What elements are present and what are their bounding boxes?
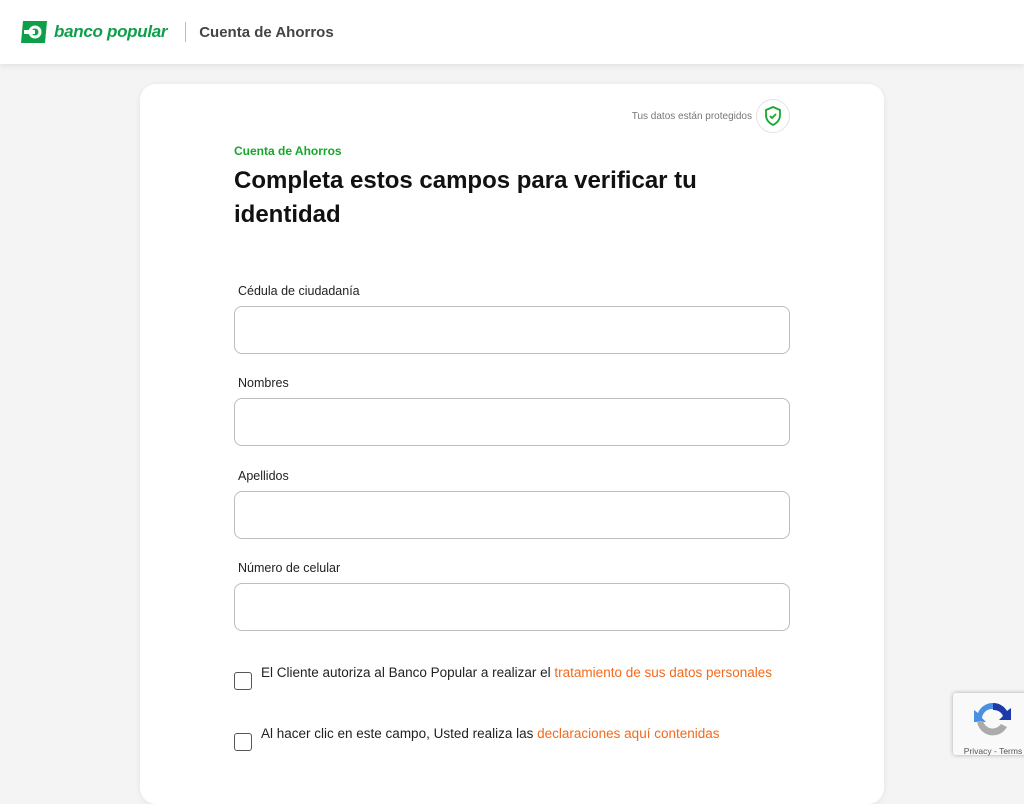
shield-check-icon — [756, 99, 790, 133]
consent-text: El Cliente autoriza al Banco Popular a r… — [261, 665, 555, 680]
brand-name: banco popular — [54, 22, 168, 41]
consent-text: Al hacer clic en este campo, Usted reali… — [261, 726, 538, 741]
celular-input[interactable] — [234, 583, 790, 631]
apellidos-input[interactable] — [234, 491, 790, 539]
consent-data-checkbox[interactable] — [234, 672, 252, 690]
field-nombres: Nombres — [234, 376, 790, 446]
field-cedula: Cédula de ciudadanía — [234, 284, 790, 354]
form-card: Tus datos están protegidos Cuenta de Aho… — [140, 84, 884, 804]
recaptcha-icon — [974, 702, 1011, 736]
consent-data-treatment: El Cliente autoriza al Banco Popular a r… — [234, 663, 790, 690]
cedula-input[interactable] — [234, 306, 790, 354]
declarations-link[interactable]: declaraciones aquí contenidas — [537, 726, 719, 741]
recaptcha-badge[interactable]: Privacy - Terms — [953, 693, 1024, 756]
field-apellidos: Apellidos — [234, 469, 790, 539]
nombres-input[interactable] — [234, 398, 790, 446]
field-celular: Número de celular — [234, 561, 790, 631]
field-label: Apellidos — [238, 469, 289, 483]
field-label: Número de celular — [238, 561, 341, 575]
top-header: banco popular Cuenta de Ahorros — [0, 0, 1024, 64]
recaptcha-links[interactable]: Privacy - Terms — [953, 746, 1024, 756]
protection-text: Tus datos están protegidos — [631, 110, 752, 122]
data-treatment-link[interactable]: tratamiento de sus datos personales — [554, 665, 772, 680]
page-title: Completa estos campos para verificar tu … — [234, 167, 697, 228]
protection-badge: Tus datos están protegidos — [632, 99, 790, 133]
consent-declarations: Al hacer clic en este campo, Usted reali… — [234, 724, 790, 751]
consent-declarations-checkbox[interactable] — [234, 733, 252, 751]
banco-popular-logo[interactable]: banco popular — [20, 20, 168, 44]
header-divider — [185, 22, 187, 42]
header-title: Cuenta de Ahorros — [199, 23, 334, 41]
form-eyebrow: Cuenta de Ahorros — [234, 144, 342, 158]
banco-popular-logo-icon — [21, 21, 47, 43]
field-label: Nombres — [238, 376, 289, 390]
field-label: Cédula de ciudadanía — [238, 284, 360, 298]
